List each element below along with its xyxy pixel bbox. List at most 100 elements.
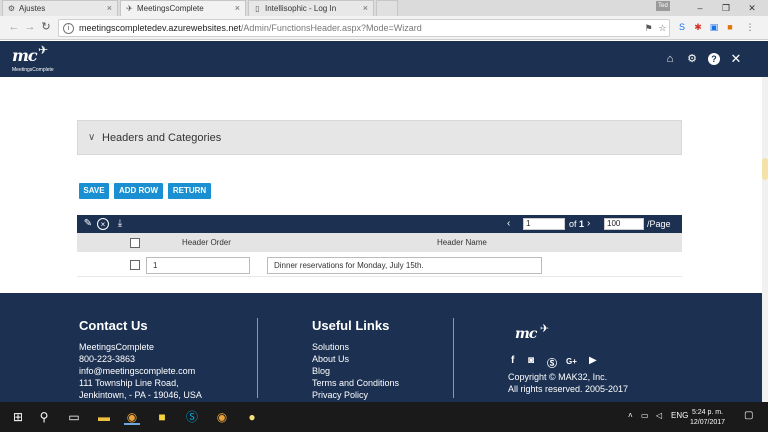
star-icon[interactable]: ☆ — [657, 23, 668, 34]
taskbar: ⊞ ⚲ ▭ ▬ ◉ ■ Ⓢ ◉ ● ˄ ▭ ◁ ENG 5:24 p. m. 1… — [0, 402, 768, 432]
plane-logo-icon: ✈ — [540, 323, 550, 335]
facebook-icon[interactable]: f — [511, 355, 514, 366]
new-tab-button[interactable] — [376, 0, 398, 16]
contact-phone[interactable]: 800-223-3863 — [79, 354, 135, 364]
home-icon[interactable]: ⌂ — [664, 53, 676, 65]
windows-start-icon[interactable]: ⊞ — [10, 409, 26, 425]
file-explorer-icon[interactable]: ▬ — [96, 409, 112, 425]
header-order-field[interactable]: 1 — [146, 257, 250, 274]
skype-icon[interactable]: Ⓢ — [547, 355, 557, 370]
column-header-name[interactable]: Header Name — [437, 238, 487, 247]
google-plus-icon[interactable]: G+ — [566, 357, 577, 366]
plane-logo-icon: ✈ — [38, 43, 49, 57]
contact-company: MeetingsComplete — [79, 342, 155, 352]
youtube-icon[interactable]: ▶ — [589, 355, 597, 366]
page-icon: ▯ — [255, 4, 260, 13]
footer-divider — [257, 318, 258, 398]
app-icon[interactable]: ● — [244, 409, 260, 425]
page-count: of 1 — [569, 219, 585, 229]
clock[interactable]: 5:24 p. m. 12/07/2017 — [690, 408, 725, 428]
minimize-icon[interactable]: – — [688, 0, 712, 16]
translate-icon[interactable]: ⚑ — [643, 23, 654, 34]
skype-icon[interactable]: Ⓢ — [184, 409, 200, 425]
rights-reserved: All rights reserved. 2005-2017 — [508, 384, 629, 394]
info-icon[interactable]: i — [63, 23, 74, 34]
volume-icon[interactable]: ◁ — [656, 411, 662, 420]
notifications-icon[interactable]: ▢ — [744, 410, 753, 421]
menu-icon[interactable]: ⋮ — [744, 21, 756, 33]
extension-asterisk-icon[interactable]: ✱ — [692, 21, 704, 33]
extension-s-icon[interactable]: S — [676, 21, 688, 33]
user-badge[interactable]: Ted — [656, 1, 670, 11]
browser-tab-strip: ⚙ Ajustes × ✈ MeetingsComplete × ▯ Intel… — [0, 0, 768, 16]
cancel-icon[interactable]: × — [97, 218, 109, 230]
footer: Contact Us MeetingsComplete 800-223-3863… — [0, 293, 762, 402]
url-text: meetingscompletedev.azurewebsites.net/Ad… — [79, 23, 422, 33]
link-solutions[interactable]: Solutions — [312, 342, 349, 352]
extension-box-icon[interactable]: ▣ — [708, 21, 720, 33]
search-icon[interactable]: ⚲ — [36, 409, 52, 425]
close-icon[interactable]: × — [235, 3, 240, 13]
close-icon[interactable]: ✕ — [730, 52, 742, 65]
link-blog[interactable]: Blog — [312, 366, 330, 376]
network-icon[interactable]: ▭ — [641, 411, 649, 420]
tab-label: Intellisophic - Log In — [265, 4, 337, 13]
app-header: mc ✈ MeetingsComplete ⌂ ⚙ ? ✕ — [0, 41, 768, 77]
reload-icon[interactable]: ↻ — [40, 21, 52, 33]
add-row-button[interactable]: ADD ROW — [114, 183, 163, 199]
footer-divider — [453, 318, 454, 398]
link-terms[interactable]: Terms and Conditions — [312, 378, 399, 388]
row-checkbox[interactable] — [130, 260, 140, 270]
link-privacy[interactable]: Privacy Policy — [312, 390, 368, 400]
tab-label: Ajustes — [19, 4, 46, 13]
download-icon[interactable]: ⤓ — [114, 218, 126, 230]
chevron-down-icon: ∨ — [88, 132, 96, 143]
page-size-input[interactable]: 100 — [604, 218, 644, 230]
back-icon[interactable]: ← — [8, 21, 20, 33]
chevron-up-icon[interactable]: ˄ — [628, 411, 633, 420]
tab-intellisophic[interactable]: ▯ Intellisophic - Log In × — [248, 0, 374, 16]
contact-title: Contact Us — [79, 318, 148, 333]
address-bar: ← → ↻ i meetingscompletedev.azurewebsite… — [0, 16, 768, 40]
return-button[interactable]: RETURN — [168, 183, 211, 199]
link-about-us[interactable]: About Us — [312, 354, 349, 364]
logo[interactable]: mc ✈ MeetingsComplete — [12, 43, 54, 73]
current-page-input[interactable]: 1 — [523, 218, 565, 230]
forward-icon[interactable]: → — [24, 21, 36, 33]
grid-toolbar: ✎ × ⤓ ‹ 1 of 1 › 100 /Page — [77, 215, 682, 233]
instagram-icon[interactable]: ◙ — [528, 355, 534, 366]
scrollbar-thumb[interactable] — [762, 158, 768, 180]
select-all-checkbox[interactable] — [130, 238, 140, 248]
edit-icon[interactable]: ✎ — [82, 218, 94, 230]
tab-ajustes[interactable]: ⚙ Ajustes × — [2, 0, 118, 16]
url-input[interactable]: i meetingscompletedev.azurewebsites.net/… — [58, 19, 670, 37]
contact-address-2: Jenkintown, - PA - 19046, USA — [79, 390, 202, 400]
contact-address-1: 111 Township Line Road, — [79, 378, 179, 388]
per-page-label: /Page — [647, 219, 671, 229]
maximize-icon[interactable]: ❐ — [714, 0, 738, 16]
save-button[interactable]: SAVE — [79, 183, 109, 199]
sticky-notes-icon[interactable]: ■ — [154, 409, 170, 425]
close-icon[interactable]: × — [363, 3, 368, 13]
gear-icon[interactable]: ⚙ — [686, 53, 698, 65]
task-view-icon[interactable]: ▭ — [66, 409, 82, 425]
extension-orange-icon[interactable]: ■ — [724, 21, 736, 33]
chrome-icon[interactable]: ◉ — [124, 409, 140, 425]
gear-icon: ⚙ — [7, 4, 16, 13]
contact-email[interactable]: info@meetingscomplete.com — [79, 366, 195, 376]
plane-icon: ✈ — [126, 4, 133, 13]
header-name-field[interactable]: Dinner reservations for Monday, July 15t… — [267, 257, 542, 274]
help-icon[interactable]: ? — [708, 53, 720, 65]
headers-categories-accordion[interactable]: ∨ Headers and Categories — [77, 120, 682, 155]
language-indicator[interactable]: ENG — [671, 411, 688, 420]
footer-logo: mc ✈ — [515, 323, 550, 342]
window-close-icon[interactable]: ✕ — [740, 0, 764, 16]
tab-meetingscomplete[interactable]: ✈ MeetingsComplete × — [120, 0, 246, 16]
close-icon[interactable]: × — [107, 3, 112, 13]
chrome-icon[interactable]: ◉ — [214, 409, 230, 425]
column-header-order[interactable]: Header Order — [182, 238, 231, 247]
prev-page-icon[interactable]: ‹ — [507, 218, 510, 229]
next-page-icon[interactable]: › — [587, 218, 590, 229]
page-scrollbar[interactable] — [762, 77, 768, 402]
grid-header-row: Header Order Header Name — [77, 233, 682, 252]
